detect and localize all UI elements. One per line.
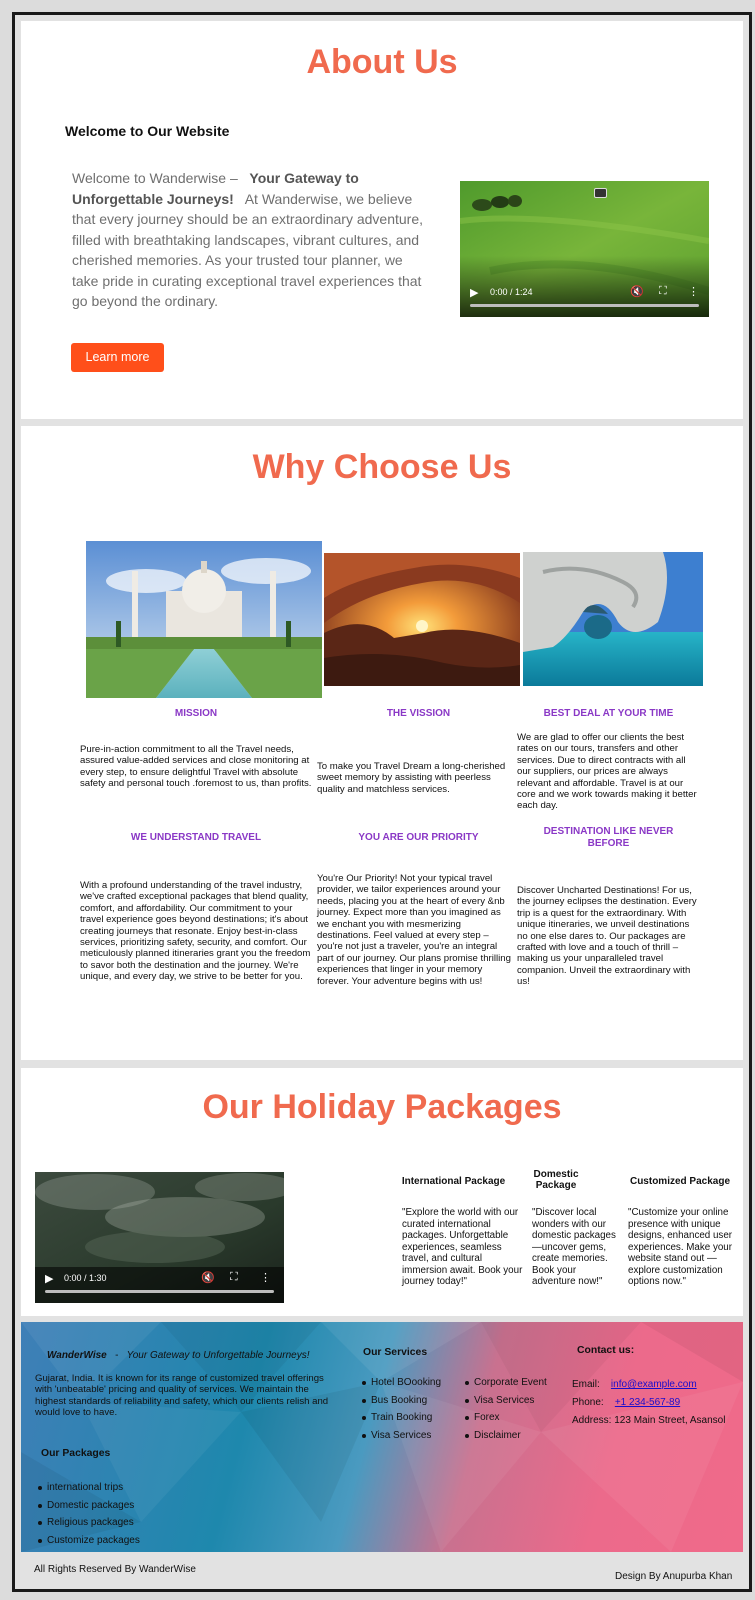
package-title-domestic: Domestic Package: [533, 1169, 579, 1191]
mute-icon[interactable]: 🔇: [201, 1271, 215, 1284]
why-section: Why Choose Us MISSION THE VISSION BEST D…: [21, 426, 743, 1060]
footer-contact-heading: Contact us:: [577, 1345, 635, 1356]
feature-text-best-deal: We are glad to offer our clients the bes…: [517, 732, 697, 812]
email-link[interactable]: info@example.com: [611, 1379, 697, 1390]
designer-credit: Design By Anupurba Khan: [615, 1571, 733, 1582]
video-time: 0:00 / 1:30: [64, 1273, 107, 1283]
play-icon[interactable]: ▶: [470, 286, 478, 299]
footer-service-link[interactable]: Visa Services: [463, 1395, 573, 1413]
packages-video-player[interactable]: ▶ 0:00 / 1:30 🔇 ⛶ ⋮: [35, 1172, 284, 1303]
package-title-customized: Customized Package: [629, 1176, 731, 1187]
footer-service-link[interactable]: Disclaimer: [463, 1430, 573, 1448]
video-controls: ▶ 0:00 / 1:24 🔇 ⛶ ⋮: [460, 273, 709, 317]
footer-service-link[interactable]: Visa Services: [360, 1430, 460, 1448]
feature-title-destination: DESTINATION LIKE NEVER BEFORE: [543, 826, 674, 849]
about-title: About Us: [306, 43, 458, 81]
footer-email-line: Email: info@example.com: [572, 1379, 697, 1390]
packages-section: Our Holiday Packages ▶ 0:00 / 1:30 🔇 ⛶ ⋮…: [21, 1068, 743, 1316]
footer-service-link[interactable]: Train Booking: [360, 1412, 460, 1430]
footer-services-heading: Our Services: [363, 1347, 428, 1358]
footer-about-text: Gujarat, India. It is known for its rang…: [35, 1373, 329, 1418]
footer-service-link[interactable]: Bus Booking: [360, 1395, 460, 1413]
feature-title-vision: THE VISSION: [386, 708, 451, 719]
learn-more-button[interactable]: Learn more: [71, 343, 164, 372]
rock-arch-sunset-image: [324, 553, 520, 686]
footer-package-link[interactable]: international trips: [36, 1482, 216, 1500]
about-section: About Us Welcome to Our Website Welcome …: [21, 21, 743, 419]
footer-package-link[interactable]: Religious packages: [36, 1517, 216, 1535]
taj-mahal-image: [86, 541, 322, 698]
package-text-domestic: "Discover local wonders with our domesti…: [532, 1207, 616, 1287]
package-text-international: "Explore the world with our curated inte…: [402, 1207, 523, 1287]
footer-service-link[interactable]: Hotel BOooking: [360, 1377, 460, 1395]
intro-lead: Welcome to Wanderwise –: [72, 170, 238, 186]
footer-packages-heading: Our Packages: [41, 1448, 111, 1459]
phone-link[interactable]: +1 234-567-89: [615, 1397, 680, 1408]
picture-in-picture-icon[interactable]: [594, 188, 607, 198]
video-progress-bar[interactable]: [45, 1290, 274, 1293]
feature-title-mission: MISSION: [174, 708, 218, 719]
footer-separator: -: [115, 1350, 119, 1361]
about-video-player[interactable]: ▶ 0:00 / 1:24 🔇 ⛶ ⋮: [460, 181, 709, 317]
intro-paragraph: Welcome to Wanderwise – Your Gateway to …: [72, 168, 432, 312]
footer-brand: WanderWise: [47, 1350, 107, 1361]
intro-rest: At Wanderwise, we believe that every jou…: [72, 190, 423, 310]
footer-address: Address: 123 Main Street, Asansol: [572, 1415, 726, 1426]
footer-package-link[interactable]: Customize packages: [36, 1535, 216, 1552]
copyright-text: All Rights Reserved By WanderWise: [34, 1564, 196, 1575]
mute-icon[interactable]: 🔇: [630, 285, 644, 298]
footer-service-link[interactable]: Forex: [463, 1412, 573, 1430]
more-options-icon[interactable]: ⋮: [260, 1271, 271, 1284]
feature-title-best-deal: BEST DEAL AT YOUR TIME: [543, 708, 674, 719]
site-footer: WanderWise - Your Gateway to Unforgettab…: [21, 1322, 743, 1552]
more-options-icon[interactable]: ⋮: [688, 285, 699, 298]
feature-text-understand-travel: With a profound understanding of the tra…: [80, 880, 311, 983]
feature-text-mission: Pure-in-action commitment to all the Tra…: [80, 744, 312, 790]
packages-title: Our Holiday Packages: [202, 1088, 562, 1126]
footer-services-list-1: Hotel BOooking Bus Booking Train Booking…: [360, 1377, 460, 1448]
package-title-international: International Package: [401, 1176, 506, 1187]
footer-services-list-2: Corporate Event Visa Services Forex Disc…: [463, 1377, 573, 1448]
feature-text-priority: You're Our Priority! Not your typical tr…: [317, 873, 511, 987]
feature-text-vision: To make you Travel Dream a long-cherishe…: [317, 761, 506, 795]
video-progress-bar[interactable]: [470, 304, 699, 307]
welcome-heading: Welcome to Our Website: [65, 123, 230, 139]
footer-packages-list: international trips Domestic packages Re…: [36, 1482, 216, 1552]
video-time: 0:00 / 1:24: [490, 287, 533, 297]
feature-title-understand-travel: WE UNDERSTAND TRAVEL: [130, 832, 262, 843]
email-label: Email:: [572, 1379, 600, 1390]
packages-video-controls: ▶ 0:00 / 1:30 🔇 ⛶ ⋮: [35, 1259, 284, 1303]
play-icon[interactable]: ▶: [45, 1272, 53, 1285]
sea-cave-image: [523, 552, 703, 686]
feature-text-destination: Discover Uncharted Destinations! For us,…: [517, 885, 697, 988]
footer-service-link[interactable]: Corporate Event: [463, 1377, 573, 1395]
why-title: Why Choose Us: [252, 448, 512, 486]
footer-phone-line: Phone: +1 234-567-89: [572, 1397, 680, 1408]
fullscreen-icon[interactable]: ⛶: [230, 1271, 238, 1284]
fullscreen-icon[interactable]: ⛶: [659, 285, 667, 298]
feature-title-priority: YOU ARE OUR PRIORITY: [358, 832, 479, 843]
footer-package-link[interactable]: Domestic packages: [36, 1500, 216, 1518]
phone-label: Phone:: [572, 1397, 604, 1408]
footer-tagline: Your Gateway to Unforgettable Journeys!: [126, 1350, 310, 1361]
footer-brand-line: WanderWise - Your Gateway to Unforgettab…: [47, 1350, 309, 1361]
package-text-customized: "Customize your online presence with uni…: [628, 1207, 733, 1287]
